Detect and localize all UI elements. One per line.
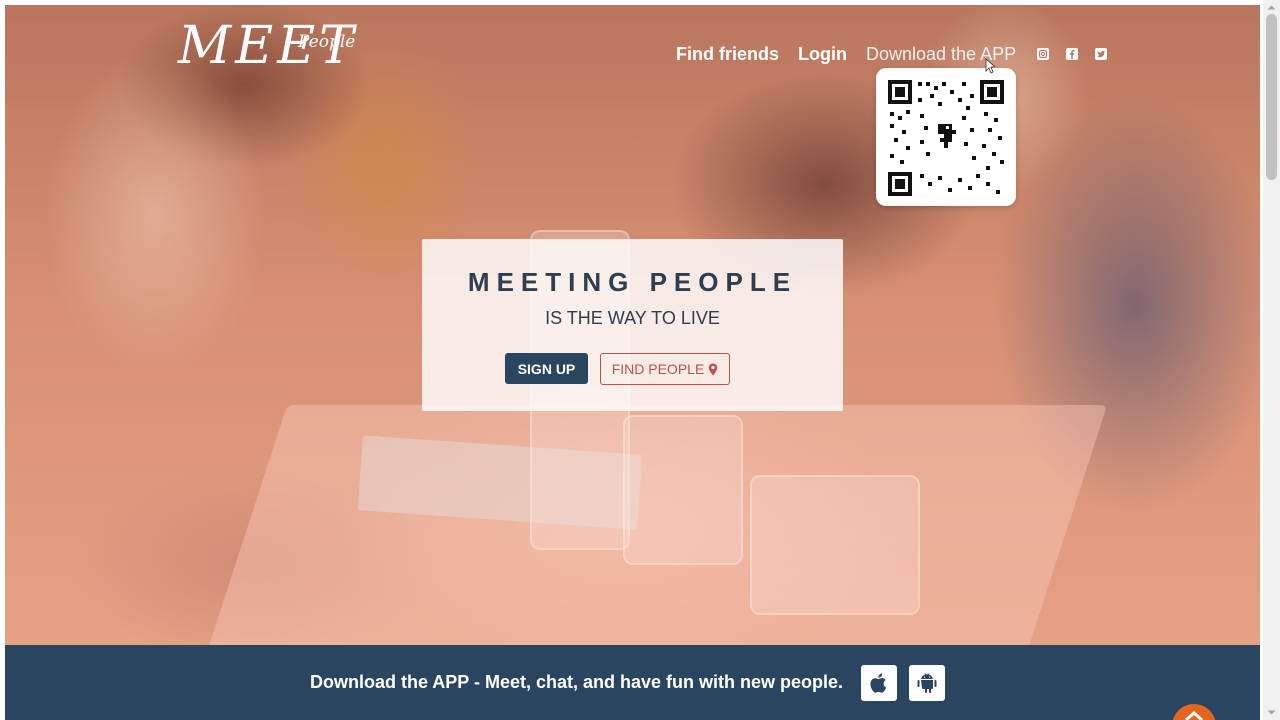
top-nav: Find friends Login Download the APP (676, 42, 1108, 66)
app-store-button[interactable] (861, 664, 898, 701)
google-play-button[interactable] (909, 664, 946, 701)
map-pin-icon (709, 363, 718, 375)
hero-card: MEETING PEOPLE IS THE WAY TO LIVE SIGN U… (422, 239, 843, 411)
instagram-icon[interactable] (1037, 48, 1050, 60)
chevron-up-icon (1185, 711, 1203, 720)
sign-up-button[interactable]: SIGN UP (505, 353, 588, 384)
social-links (1037, 48, 1108, 60)
scrollbar-thumb[interactable] (1266, 14, 1277, 180)
nav-find-friends[interactable]: Find friends (676, 44, 779, 65)
logo-sub-text: People (298, 32, 356, 52)
twitter-icon[interactable] (1095, 48, 1108, 60)
app-qr-popup (876, 68, 1016, 206)
hero-subtitle: IS THE WAY TO LIVE (545, 308, 720, 328)
download-app-banner: Download the APP - Meet, chat, and have … (5, 645, 1260, 720)
find-people-button[interactable]: FIND PEOPLE (600, 353, 730, 385)
background-glass (623, 415, 743, 565)
site-logo[interactable]: MEET People (178, 20, 358, 72)
nav-login[interactable]: Login (798, 44, 847, 65)
scroll-up-arrow-icon[interactable] (1266, 3, 1277, 11)
facebook-icon[interactable] (1066, 48, 1079, 60)
android-icon (917, 672, 937, 693)
qr-code-icon (888, 80, 1004, 196)
scroll-down-arrow-icon[interactable] (1266, 709, 1277, 717)
background-glass (750, 475, 920, 615)
hero-title: MEETING PEOPLE (467, 267, 798, 297)
find-people-label: FIND PEOPLE (611, 361, 705, 377)
apple-icon (870, 672, 887, 693)
hero-buttons: SIGN UP FIND PEOPLE (422, 353, 843, 385)
mouse-cursor-icon (985, 58, 997, 74)
scroll-to-top-button[interactable] (1172, 704, 1216, 720)
download-app-text: Download the APP - Meet, chat, and have … (309, 672, 844, 692)
